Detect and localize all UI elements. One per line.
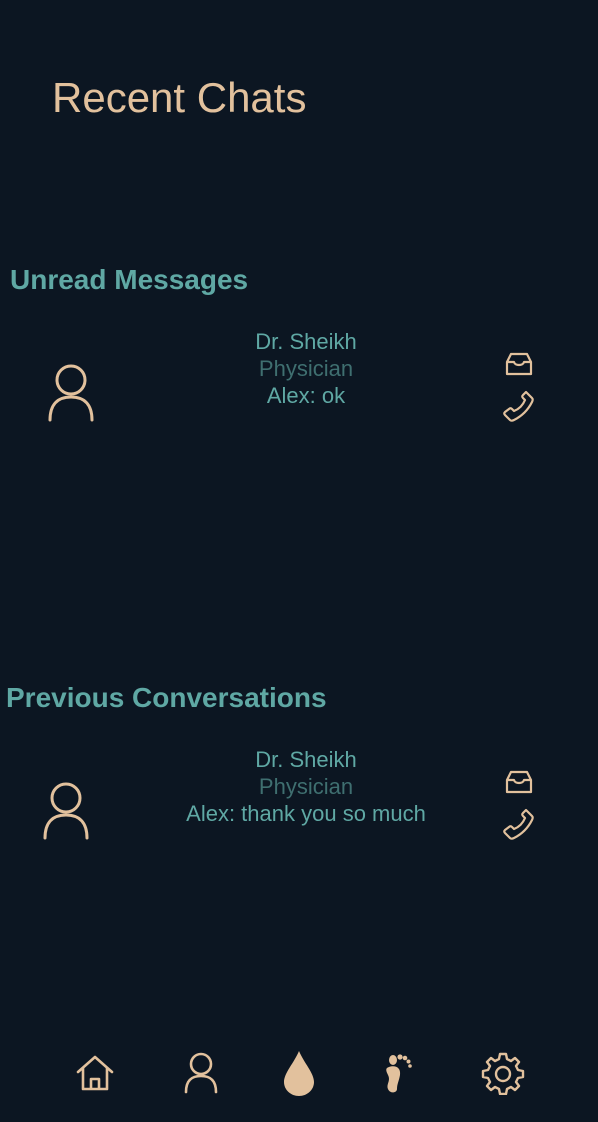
phone-icon[interactable] (502, 806, 538, 842)
chat-row-unread[interactable]: Dr. Sheikh Physician Alex: ok (0, 326, 598, 436)
page-title: Recent Chats (52, 74, 307, 121)
chat-role: Physician (258, 356, 354, 381)
nav-footprint-button[interactable] (372, 1048, 422, 1098)
user-icon (184, 1052, 218, 1094)
drop-icon (284, 1051, 314, 1096)
chat-name: Dr. Sheikh (255, 329, 357, 354)
nav-home-button[interactable] (70, 1048, 120, 1098)
phone-icon[interactable] (502, 388, 538, 424)
chat-last-message: Alex: thank you so much (186, 801, 426, 826)
chat-role: Physician (258, 774, 354, 799)
section-title-unread: Unread Messages (10, 264, 249, 295)
user-icon (48, 364, 94, 422)
user-icon (43, 782, 89, 840)
chat-row-previous[interactable]: Dr. Sheikh Physician Alex: thank you so … (0, 744, 598, 854)
chat-info: Dr. Sheikh Physician Alex: ok (130, 328, 482, 409)
inbox-icon[interactable] (504, 350, 534, 378)
nav-settings-button[interactable] (478, 1048, 528, 1098)
inbox-icon[interactable] (504, 768, 534, 796)
chat-info: Dr. Sheikh Physician Alex: thank you so … (130, 746, 482, 827)
nav-drop-button[interactable] (274, 1048, 324, 1098)
home-icon (76, 1055, 114, 1091)
section-title-previous: Previous Conversations (6, 682, 327, 713)
chat-last-message: Alex: ok (266, 383, 346, 408)
bottom-nav (0, 1042, 598, 1122)
footprint-icon (386, 1054, 412, 1093)
nav-profile-button[interactable] (176, 1048, 226, 1098)
chat-name: Dr. Sheikh (255, 747, 357, 772)
gear-icon (481, 1052, 525, 1095)
